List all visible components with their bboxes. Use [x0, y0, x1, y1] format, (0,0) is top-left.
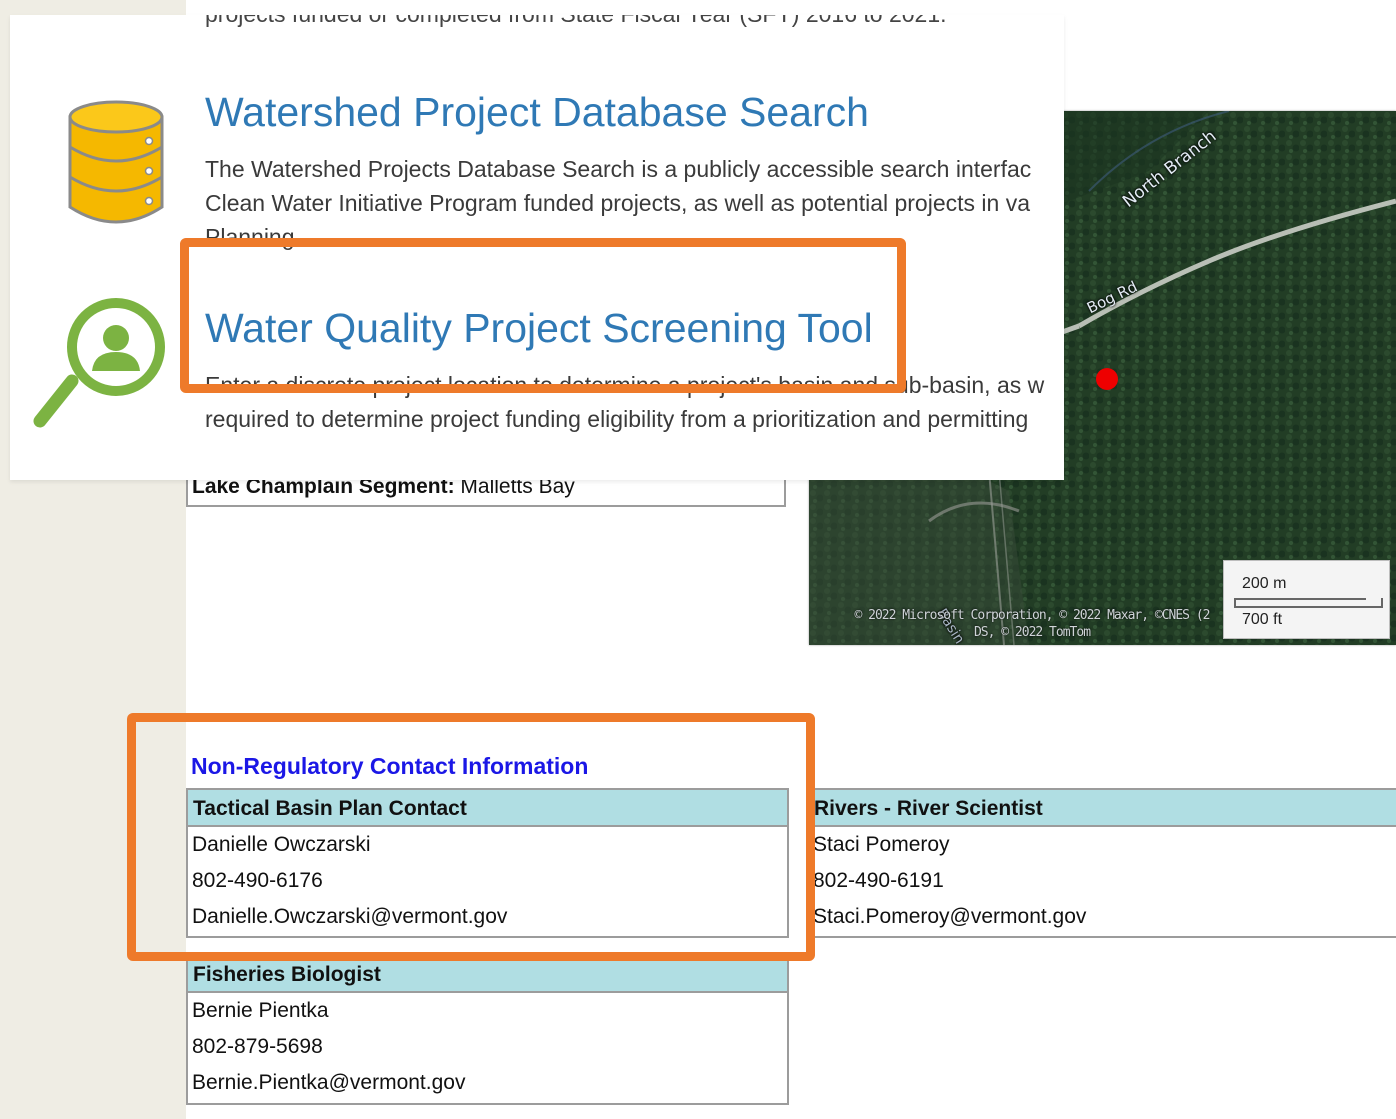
scale-imperial-bar	[1234, 598, 1383, 608]
desc-line: The Watershed Projects Database Search i…	[205, 156, 1032, 182]
desc-line: required to determine project funding el…	[205, 406, 1029, 432]
search-person-icon	[33, 298, 165, 428]
scale-metric: 200 m	[1242, 575, 1287, 592]
scale-imperial: 700 ft	[1242, 611, 1283, 628]
contact-name: Bernie Pientka	[192, 999, 329, 1022]
fisheries-biologist-header: Fisheries Biologist	[188, 956, 787, 993]
river-scientist-header: Rivers - River Scientist	[809, 790, 1396, 827]
attribution-line-2: DS, © 2022 TomTom	[973, 625, 1091, 640]
map-scale-bar: 200 m 700 ft	[1223, 560, 1390, 639]
contact-email[interactable]: Bernie.Pientka@vermont.gov	[188, 1065, 787, 1101]
contact-phone: 802-879-5698	[192, 1035, 323, 1058]
screening-tool-highlight	[180, 238, 906, 393]
database-search-link[interactable]: Watershed Project Database Search	[205, 89, 869, 136]
desc-line: Clean Water Initiative Program funded pr…	[205, 190, 1030, 216]
contact-email[interactable]: Staci.Pomeroy@vermont.gov	[809, 899, 1396, 935]
river-scientist-contact-table: Rivers - River Scientist Staci Pomeroy 8…	[809, 788, 1396, 938]
basin-contact-highlight	[127, 713, 815, 961]
database-icon	[68, 100, 164, 224]
contact-name: Staci Pomeroy	[813, 833, 950, 856]
intro-text: projects funded or completed from State …	[205, 15, 947, 28]
project-location-marker[interactable]	[1096, 368, 1118, 390]
fisheries-biologist-contact-table: Fisheries Biologist Bernie Pientka 802-8…	[186, 954, 789, 1105]
contact-phone: 802-490-6191	[813, 869, 944, 892]
map-attribution: © 2022 Microsoft Corporation, © 2022 Max…	[831, 607, 1233, 641]
attribution-line-1: © 2022 Microsoft Corporation, © 2022 Max…	[854, 608, 1211, 623]
